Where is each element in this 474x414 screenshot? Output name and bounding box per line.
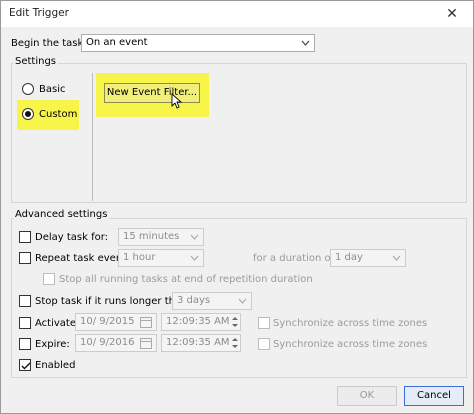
title-bar: Edit Trigger ✕ (1, 1, 473, 27)
duration-value: 1 day (335, 252, 363, 263)
repeat-task-dropdown[interactable]: 1 hour (118, 249, 204, 267)
window-title: Edit Trigger (9, 7, 69, 19)
begin-task-dropdown[interactable]: On an event (81, 34, 315, 52)
begin-task-label: Begin the task: (11, 38, 87, 49)
expire-time-spinner[interactable] (229, 334, 241, 352)
ok-button[interactable]: OK (337, 386, 397, 406)
checkmark-icon (21, 362, 31, 370)
settings-title: Settings (13, 56, 59, 67)
duration-dropdown[interactable]: 1 day (330, 249, 406, 267)
delay-task-checkbox[interactable] (19, 231, 31, 243)
advanced-settings-title: Advanced settings (13, 209, 110, 220)
repeat-task-value: 1 hour (123, 252, 156, 263)
expire-sync-checkbox[interactable] (258, 338, 270, 350)
delay-task-value: 15 minutes (123, 231, 180, 242)
stop-longer-checkbox[interactable] (19, 295, 31, 307)
repeat-task-label: Repeat task every: (35, 253, 129, 264)
begin-task-value: On an event (86, 37, 148, 48)
stop-longer-dropdown[interactable]: 3 days (172, 292, 252, 310)
activate-time-spinner[interactable] (229, 313, 241, 331)
stop-running-checkbox[interactable] (43, 273, 55, 285)
expire-sync-label: Synchronize across time zones (273, 339, 428, 350)
expire-checkbox[interactable] (19, 338, 31, 350)
spinner-arrows-icon (232, 338, 238, 348)
spinner-arrows-icon (232, 317, 238, 327)
expire-label: Expire: (35, 339, 70, 350)
stop-longer-label: Stop task if it runs longer than: (35, 296, 191, 307)
activate-sync-label: Synchronize across time zones (273, 318, 428, 329)
calendar-icon (140, 317, 152, 328)
delay-task-dropdown[interactable]: 15 minutes (118, 228, 204, 246)
chevron-down-icon (392, 255, 401, 261)
enabled-checkbox[interactable] (19, 359, 31, 371)
duration-label: for a duration of: (253, 253, 338, 264)
activate-time-value: 12:09:35 AM (166, 316, 230, 327)
expire-time-value: 12:09:35 AM (166, 337, 230, 348)
chevron-down-icon (190, 234, 199, 240)
edit-trigger-dialog: Edit Trigger ✕ Begin the task: On an eve… (0, 0, 474, 414)
stop-longer-value: 3 days (177, 295, 211, 306)
activate-date-picker[interactable]: 10/ 9/2015 (75, 313, 157, 331)
expire-date-value: 10/ 9/2016 (80, 337, 135, 348)
repeat-task-checkbox[interactable] (19, 252, 31, 264)
enabled-label: Enabled (35, 360, 76, 371)
custom-radio[interactable] (22, 108, 34, 120)
activate-label: Activate: (35, 318, 80, 329)
activate-date-value: 10/ 9/2015 (80, 316, 135, 327)
close-icon[interactable]: ✕ (434, 2, 470, 26)
chevron-down-icon (238, 298, 247, 304)
settings-groupbox (11, 63, 467, 203)
settings-divider (92, 73, 93, 201)
activate-checkbox[interactable] (19, 317, 31, 329)
mouse-pointer-icon (171, 93, 183, 109)
delay-task-label: Delay task for: (35, 232, 109, 243)
calendar-icon (140, 338, 152, 349)
custom-label: Custom (39, 109, 78, 120)
stop-running-label: Stop all running tasks at end of repetit… (59, 274, 313, 285)
basic-label: Basic (39, 84, 66, 95)
activate-sync-checkbox[interactable] (258, 317, 270, 329)
cancel-button[interactable]: Cancel (404, 386, 464, 406)
chevron-down-icon (190, 255, 199, 261)
new-event-filter-button[interactable]: New Event Filter... (104, 83, 200, 103)
expire-date-picker[interactable]: 10/ 9/2016 (75, 334, 157, 352)
radio-selected-dot (25, 111, 31, 117)
chevron-down-icon (301, 40, 310, 46)
basic-radio[interactable] (22, 83, 34, 95)
